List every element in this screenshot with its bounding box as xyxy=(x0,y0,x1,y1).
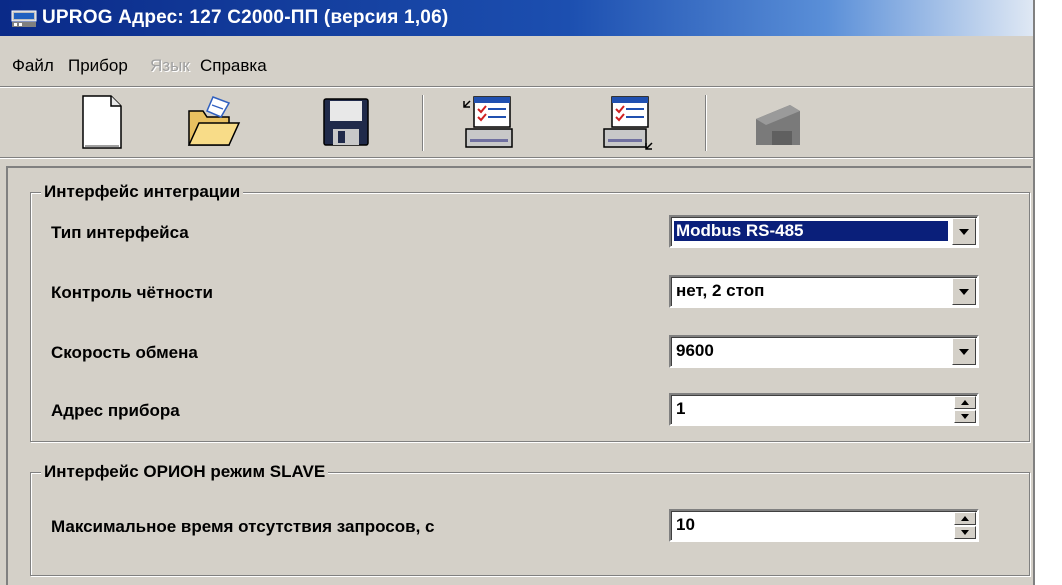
spin-up-icon[interactable] xyxy=(954,512,976,525)
settings-panel: Интерфейс интеграции Тип интерфейса Modb… xyxy=(6,166,1031,585)
device-address-label: Адрес прибора xyxy=(51,401,180,420)
interface-type-select[interactable]: Modbus RS-485 xyxy=(669,215,979,248)
max-idle-label: Максимальное время отсутствия запросов, … xyxy=(51,517,435,536)
device-icon xyxy=(750,93,806,151)
interface-type-value: Modbus RS-485 xyxy=(674,221,948,241)
write-device-button[interactable] xyxy=(600,93,656,151)
toolbar-separator xyxy=(705,95,707,151)
group-title: Интерфейс ОРИОН режим SLAVE xyxy=(41,462,329,482)
chevron-down-icon[interactable] xyxy=(952,338,976,365)
new-button[interactable] xyxy=(73,93,129,151)
app-icon xyxy=(11,10,37,28)
baud-rate-select[interactable]: 9600 xyxy=(669,335,979,368)
menu-help[interactable]: Справка xyxy=(200,56,267,76)
menu-file[interactable]: Файл xyxy=(12,56,54,76)
chevron-down-icon[interactable] xyxy=(952,278,976,305)
window-title: UPROG Адрес: 127 С2000-ПП (версия 1,06) xyxy=(42,7,449,28)
app-window: UPROG Адрес: 127 С2000-ПП (версия 1,06) … xyxy=(0,0,1035,585)
spin-up-icon[interactable] xyxy=(954,396,976,409)
write-to-device-icon xyxy=(600,93,656,151)
max-idle-value: 10 xyxy=(676,515,695,534)
device-address-value: 1 xyxy=(676,399,686,418)
save-floppy-icon xyxy=(318,93,374,151)
read-from-device-icon xyxy=(460,93,516,151)
chevron-down-icon[interactable] xyxy=(952,218,976,245)
title-bar[interactable]: UPROG Адрес: 127 С2000-ПП (версия 1,06) xyxy=(0,0,1033,36)
device-button[interactable] xyxy=(750,93,806,151)
toolbar-bottom-divider xyxy=(0,157,1033,159)
parity-value: нет, 2 стоп xyxy=(676,281,765,300)
read-device-button[interactable] xyxy=(460,93,516,151)
spin-buttons xyxy=(954,512,976,539)
save-button[interactable] xyxy=(318,93,374,151)
spin-down-icon[interactable] xyxy=(954,526,976,539)
device-address-stepper[interactable]: 1 xyxy=(669,393,979,426)
open-button[interactable] xyxy=(185,93,241,151)
parity-label: Контроль чётности xyxy=(51,283,213,302)
integration-interface-group: Интерфейс интеграции Тип интерфейса Modb… xyxy=(30,182,1030,442)
new-document-icon xyxy=(73,93,129,151)
spin-down-icon[interactable] xyxy=(954,410,976,423)
menu-device[interactable]: Прибор xyxy=(68,56,128,76)
menu-bar: Файл Прибор Язык Справка xyxy=(0,52,1033,82)
parity-select[interactable]: нет, 2 стоп xyxy=(669,275,979,308)
baud-rate-value: 9600 xyxy=(676,341,714,360)
orion-slave-group: Интерфейс ОРИОН режим SLAVE Максимальное… xyxy=(30,462,1030,576)
max-idle-stepper[interactable]: 10 xyxy=(669,509,979,542)
toolbar-top-divider xyxy=(0,86,1033,88)
baud-rate-label: Скорость обмена xyxy=(51,343,198,362)
toolbar-separator xyxy=(422,95,424,151)
open-folder-icon xyxy=(185,93,241,151)
group-title: Интерфейс интеграции xyxy=(41,182,244,202)
menu-language[interactable]: Язык xyxy=(150,56,190,76)
interface-type-label: Тип интерфейса xyxy=(51,223,189,242)
spin-buttons xyxy=(954,396,976,423)
